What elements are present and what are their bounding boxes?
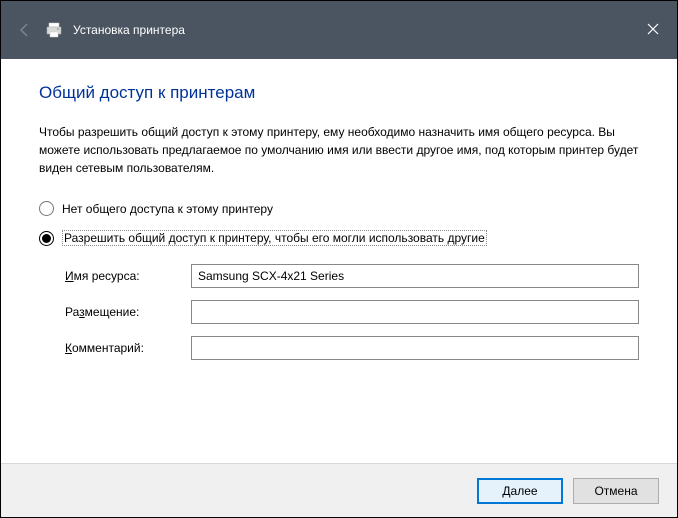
radio-no-share[interactable]: Нет общего доступа к этому принтеру [39, 201, 639, 216]
close-button[interactable] [637, 15, 669, 43]
printer-icon [45, 21, 63, 39]
titlebar: Установка принтера [1, 1, 677, 59]
radio-share-label[interactable]: Разрешить общий доступ к принтеру, чтобы… [62, 230, 487, 246]
label-location: Размещение: [65, 305, 191, 319]
input-location[interactable] [191, 300, 639, 324]
row-share-name: Имя ресурса: [65, 264, 639, 288]
share-form: Имя ресурса: Размещение: Комментарий: [39, 264, 639, 360]
row-location: Размещение: [65, 300, 639, 324]
radio-no-share-label[interactable]: Нет общего доступа к этому принтеру [62, 202, 273, 216]
back-arrow-icon [13, 18, 37, 42]
page-heading: Общий доступ к принтерам [39, 83, 639, 103]
radio-share-input[interactable] [39, 231, 54, 246]
label-comment: Комментарий: [65, 341, 191, 355]
input-share-name[interactable] [191, 264, 639, 288]
next-button[interactable]: Далее [477, 478, 563, 504]
titlebar-title: Установка принтера [73, 23, 185, 37]
row-comment: Комментарий: [65, 336, 639, 360]
cancel-button[interactable]: Отмена [573, 478, 659, 504]
content-area: Общий доступ к принтерам Чтобы разрешить… [1, 59, 677, 463]
footer: Далее Отмена [1, 463, 677, 517]
label-share-name: Имя ресурса: [65, 269, 191, 283]
radio-share[interactable]: Разрешить общий доступ к принтеру, чтобы… [39, 230, 639, 246]
description-text: Чтобы разрешить общий доступ к этому при… [39, 123, 639, 177]
radio-no-share-input[interactable] [39, 201, 54, 216]
input-comment[interactable] [191, 336, 639, 360]
wizard-window: Установка принтера Общий доступ к принте… [0, 0, 678, 518]
